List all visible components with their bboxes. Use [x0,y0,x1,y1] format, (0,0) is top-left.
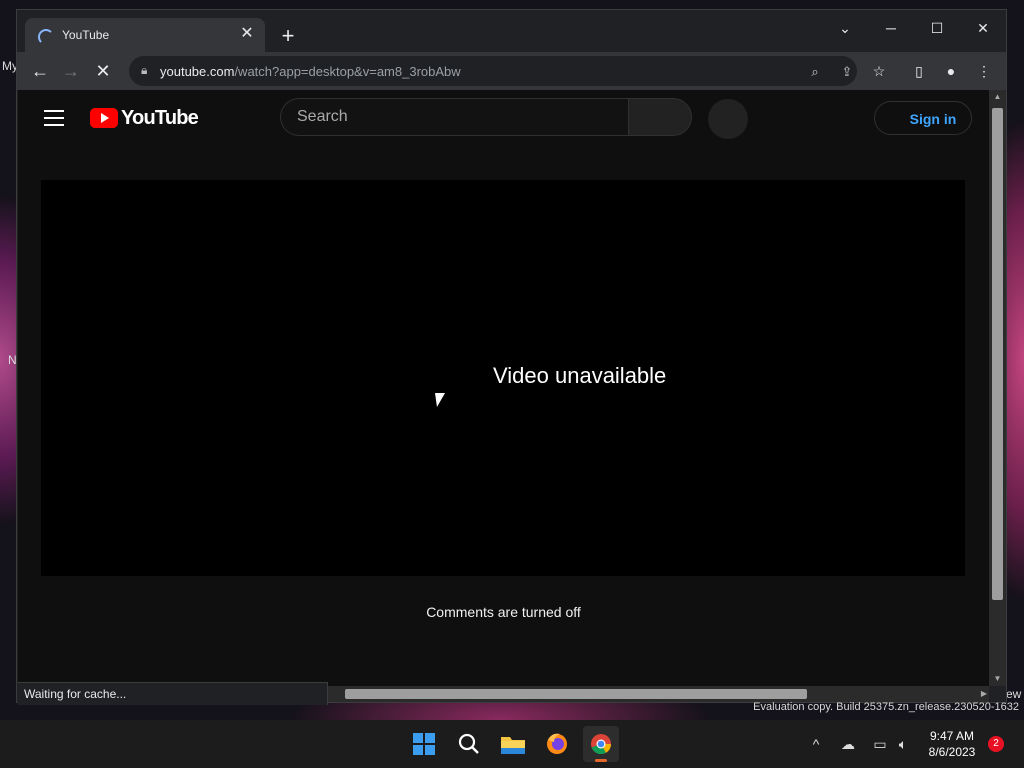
hamburger-menu-icon[interactable] [44,110,64,126]
horizontal-scroll-thumb[interactable] [345,689,807,699]
browser-window: YouTube ✕ + ⌄ ─ ☐ ✕ ← → ✕ 🔒︎ youtube.com… [17,10,1006,705]
close-tab-icon[interactable]: ✕ [237,24,257,44]
tab-youtube[interactable]: YouTube ✕ [25,18,265,52]
tab-strip: YouTube ✕ + ⌄ ─ ☐ ✕ [17,10,1006,52]
search-input[interactable] [280,98,628,136]
chrome-button[interactable] [583,726,619,762]
onedrive-offline-icon[interactable]: ☁ [838,734,858,754]
youtube-wordmark: YouTube [121,107,199,129]
vertical-scroll-thumb[interactable] [992,108,1003,600]
tab-search-button[interactable]: ⌄ [822,14,868,42]
windows-logo-icon [413,733,435,755]
side-panel-icon[interactable]: ▯ [908,60,930,82]
mouse-cursor-icon [435,393,447,407]
stop-loading-button[interactable]: ✕ [90,58,116,84]
start-button[interactable] [406,726,442,762]
active-app-indicator [595,759,607,762]
network-icon[interactable]: ▭ [870,734,890,754]
notification-badge[interactable]: 2 [988,736,1004,752]
evaluation-watermark: Evaluation copy. Build 25375.zn_release.… [753,701,1019,713]
new-tab-button[interactable]: + [275,24,301,50]
profile-icon[interactable]: ● [940,60,962,82]
clock-date: 8/6/2023 [928,745,976,759]
clock-time: 9:47 AM [929,729,975,743]
bookmark-star-icon[interactable]: ☆ [868,60,890,82]
scroll-down-icon[interactable]: ▼ [989,672,1006,686]
comments-status: Comments are turned off [426,604,581,620]
share-icon[interactable]: ⇪ [837,62,857,82]
search-button[interactable] [628,98,692,136]
loading-spinner-icon [38,29,54,45]
chrome-icon [591,734,612,755]
desktop-icon-label[interactable]: N [8,353,17,367]
vertical-scrollbar[interactable]: ▲ ▼ [989,90,1006,686]
minimize-button[interactable]: ─ [868,14,914,42]
firefox-icon [547,733,567,754]
youtube-header: YouTube Sign in [18,90,989,146]
menu-icon[interactable]: ⋮ [973,60,995,82]
video-unavailable-message: Video unavailable [493,363,667,388]
sign-in-button[interactable]: Sign in [874,101,972,135]
address-bar[interactable]: 🔒︎ youtube.com/watch?app=desktop&v=am8_3… [129,56,857,86]
desktop-icon-label[interactable]: ew [1006,687,1021,701]
volume-icon[interactable]: 🔈︎ [893,734,913,754]
search-icon [458,733,479,754]
search-icon[interactable]: ⌕ [805,62,825,82]
close-window-button[interactable]: ✕ [960,14,1006,42]
maximize-button[interactable]: ☐ [914,14,960,42]
youtube-play-icon [90,108,118,128]
scroll-up-icon[interactable]: ▲ [989,90,1006,104]
clock[interactable]: 9:47 AM 8/6/2023 [920,728,984,760]
status-bubble: Waiting for cache... [18,682,328,705]
file-explorer-button[interactable] [495,726,531,762]
folder-icon [501,737,525,754]
voice-search-button[interactable] [708,99,748,139]
forward-button[interactable]: → [58,58,84,84]
back-button[interactable]: ← [27,58,53,84]
browser-toolbar: ← → ✕ 🔒︎ youtube.com/watch?app=desktop&v… [17,52,1006,90]
url-text[interactable]: youtube.com/watch?app=desktop&v=am8_3rob… [160,64,461,79]
lock-icon[interactable]: 🔒︎ [141,63,147,78]
video-player[interactable]: Video unavailable [41,180,965,576]
search-taskbar-button[interactable] [451,726,487,762]
scroll-right-icon[interactable]: ▶ [981,686,987,702]
show-hidden-icons-chevron-icon[interactable]: ^ [806,734,826,754]
taskbar: ^ ☁ ▭ 🔈︎ 9:47 AM 8/6/2023 2 [0,720,1024,768]
tab-title: YouTube [62,28,110,42]
desktop-icon-label[interactable]: My [2,59,18,73]
web-page: YouTube Sign in Video unavailable Commen… [18,90,989,686]
firefox-button[interactable] [539,726,575,762]
search-box [280,98,692,138]
